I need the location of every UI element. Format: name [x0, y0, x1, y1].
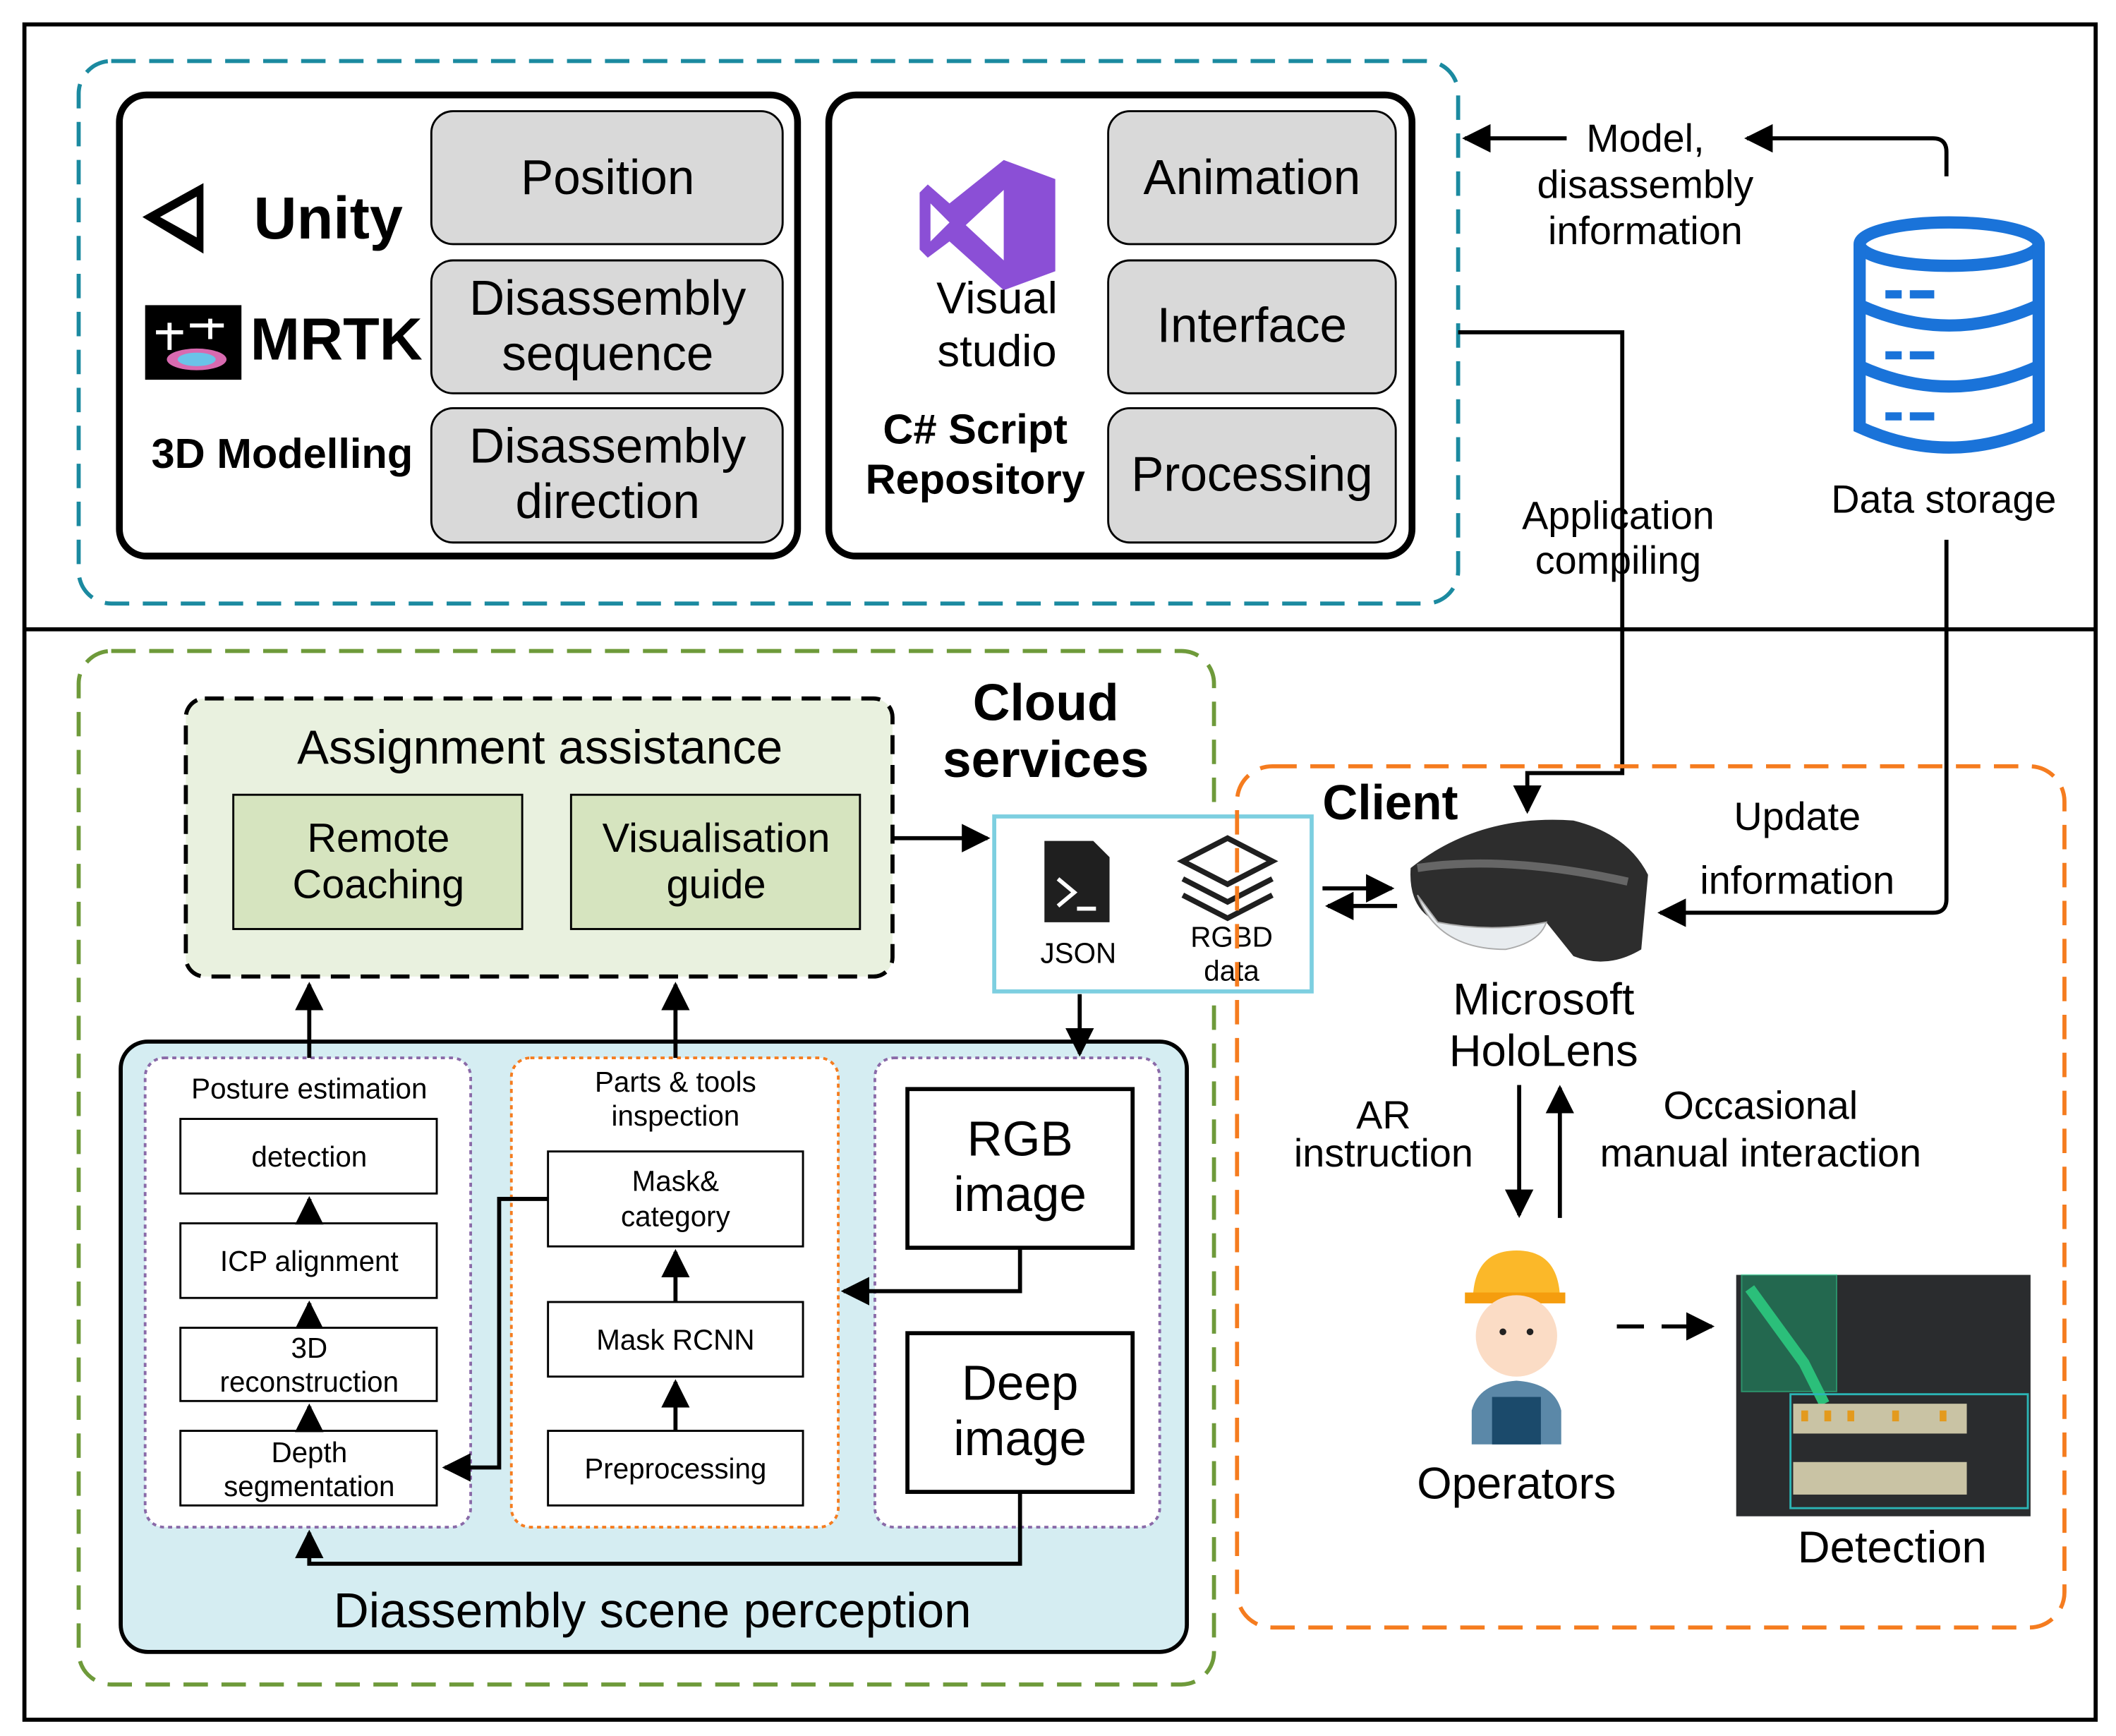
svg-text:Disassembly: Disassembly [469, 270, 746, 325]
data-box: JSON RGBD data [992, 814, 1314, 994]
remote-coaching-box: Remote Coaching [232, 793, 524, 930]
modelling-box: Unity MRTK 3D Modelling Position Disasse… [116, 91, 802, 560]
svg-text:RGBD: RGBD [1190, 920, 1273, 953]
ar-label-1: AR [1356, 1093, 1410, 1137]
rgb-image-box: RGBimage [905, 1087, 1135, 1250]
step-depth-segmentation: Depthsegmentation [179, 1430, 438, 1507]
svg-text:detection: detection [251, 1140, 367, 1173]
vs-label-1: Visual [936, 274, 1058, 323]
model-info-label-3: information [1548, 209, 1743, 253]
step-mask-category: Mask&category [547, 1150, 804, 1248]
model-info-label-1: Model, [1586, 116, 1704, 160]
svg-text:Interface: Interface [1157, 297, 1347, 352]
assignment-assistance-box: Assignment assistance Remote Coaching Vi… [183, 696, 895, 979]
scripts-caption-2: Repository [866, 456, 1085, 503]
hololens-label-1: Microsoft [1453, 975, 1635, 1025]
update-info-label-1: Update [1734, 795, 1861, 838]
data-storage-label: Data storage [1831, 477, 2056, 521]
step-detection: detection [179, 1118, 438, 1195]
operators-label: Operators [1417, 1459, 1616, 1509]
script-item-processing: Processing [1107, 407, 1397, 544]
script-item-animation: Animation [1107, 110, 1397, 246]
detection-label: Detection [1798, 1523, 1987, 1572]
step-icp-alignment: ICP alignment [179, 1222, 438, 1299]
vs-label-2: studio [937, 327, 1056, 376]
cloud-title-1: Cloud [973, 675, 1119, 732]
mrtk-logo [145, 305, 242, 380]
svg-text:Position: Position [521, 150, 694, 205]
modelling-caption: 3D Modelling [151, 430, 413, 477]
script-item-interface: Interface [1107, 259, 1397, 394]
update-info-arrow [1657, 539, 1949, 927]
unity-label: Unity [254, 184, 403, 251]
app-compiling-label-1: Application [1522, 494, 1715, 538]
svg-text:reconstruction: reconstruction [220, 1366, 399, 1398]
posture-estimation-group: Posture estimation detection ICP alignme… [143, 1056, 473, 1529]
svg-text:Mask&: Mask& [632, 1164, 719, 1197]
database-icon [1854, 216, 2045, 454]
svg-text:guide: guide [666, 862, 766, 907]
svg-text:inspection: inspection [611, 1099, 739, 1132]
modelling-item-direction: Disassembly direction [430, 407, 784, 544]
svg-text:Visualisation: Visualisation [603, 816, 830, 861]
json-file-icon [1044, 840, 1110, 922]
svg-text:sequence: sequence [502, 326, 713, 381]
svg-text:image: image [953, 1167, 1086, 1222]
svg-text:ICP alignment: ICP alignment [220, 1245, 399, 1277]
svg-text:direction: direction [515, 474, 700, 529]
detection-image [1736, 1274, 2031, 1517]
app-compiling-label-2: compiling [1535, 538, 1701, 582]
svg-text:segmentation: segmentation [224, 1470, 394, 1502]
ar-label-2: instruction [1294, 1131, 1473, 1175]
modelling-item-position: Position [430, 110, 784, 246]
svg-text:Mask RCNN: Mask RCNN [596, 1323, 754, 1356]
svg-text:Depth: Depth [271, 1436, 347, 1469]
svg-text:Diassembly scene perception: Diassembly scene perception [334, 1583, 972, 1638]
occasional-label-1: Occasional [1663, 1084, 1858, 1128]
svg-text:Remote: Remote [307, 816, 449, 861]
update-info-label-2: information [1700, 859, 1894, 903]
modelling-item-sequence: Disassembly sequence [430, 259, 784, 394]
svg-text:Parts & tools: Parts & tools [595, 1066, 756, 1098]
scripts-box: Visual studio C# Script Repository Anima… [825, 91, 1416, 560]
cloud-title-2: services [943, 731, 1149, 788]
svg-text:Coaching: Coaching [293, 862, 465, 907]
architecture-diagram: Unity MRTK 3D Modelling Position Disasse… [22, 22, 2098, 1722]
storage-to-label-arrow [1744, 123, 1949, 176]
mrtk-label: MRTK [250, 305, 423, 372]
svg-text:Processing: Processing [1131, 447, 1372, 502]
parts-inspection-group: Parts & tools inspection Mask&category M… [509, 1056, 840, 1529]
svg-text:image: image [953, 1411, 1086, 1466]
svg-text:Deep: Deep [962, 1355, 1078, 1410]
deep-image-box: Deepimage [905, 1331, 1135, 1494]
hololens-image [1410, 819, 1648, 962]
hololens-label-2: HoloLens [1449, 1027, 1638, 1076]
model-info-label-2: disassembly [1537, 163, 1754, 207]
visualisation-guide-box: Visualisation guide [569, 793, 861, 930]
svg-text:RGB: RGB [967, 1111, 1073, 1166]
scripts-caption-1: C# Script [883, 405, 1068, 452]
svg-text:Assignment assistance: Assignment assistance [297, 721, 782, 774]
svg-text:3D: 3D [291, 1332, 328, 1364]
svg-text:Posture estimation: Posture estimation [191, 1073, 427, 1105]
svg-text:data: data [1204, 955, 1259, 987]
step-preprocessing: Preprocessing [547, 1430, 804, 1507]
operator-icon [1465, 1250, 1566, 1445]
occasional-label-2: manual interaction [1600, 1131, 1922, 1175]
svg-text:JSON: JSON [1041, 937, 1117, 970]
svg-text:Animation: Animation [1144, 150, 1361, 205]
step-3d-reconstruction: 3Dreconstruction [179, 1327, 438, 1402]
svg-text:category: category [621, 1200, 731, 1232]
client-title: Client [1322, 775, 1458, 830]
svg-text:Preprocessing: Preprocessing [584, 1452, 766, 1485]
svg-text:Disassembly: Disassembly [469, 418, 746, 473]
step-mask-rcnn: Mask RCNN [547, 1301, 804, 1378]
